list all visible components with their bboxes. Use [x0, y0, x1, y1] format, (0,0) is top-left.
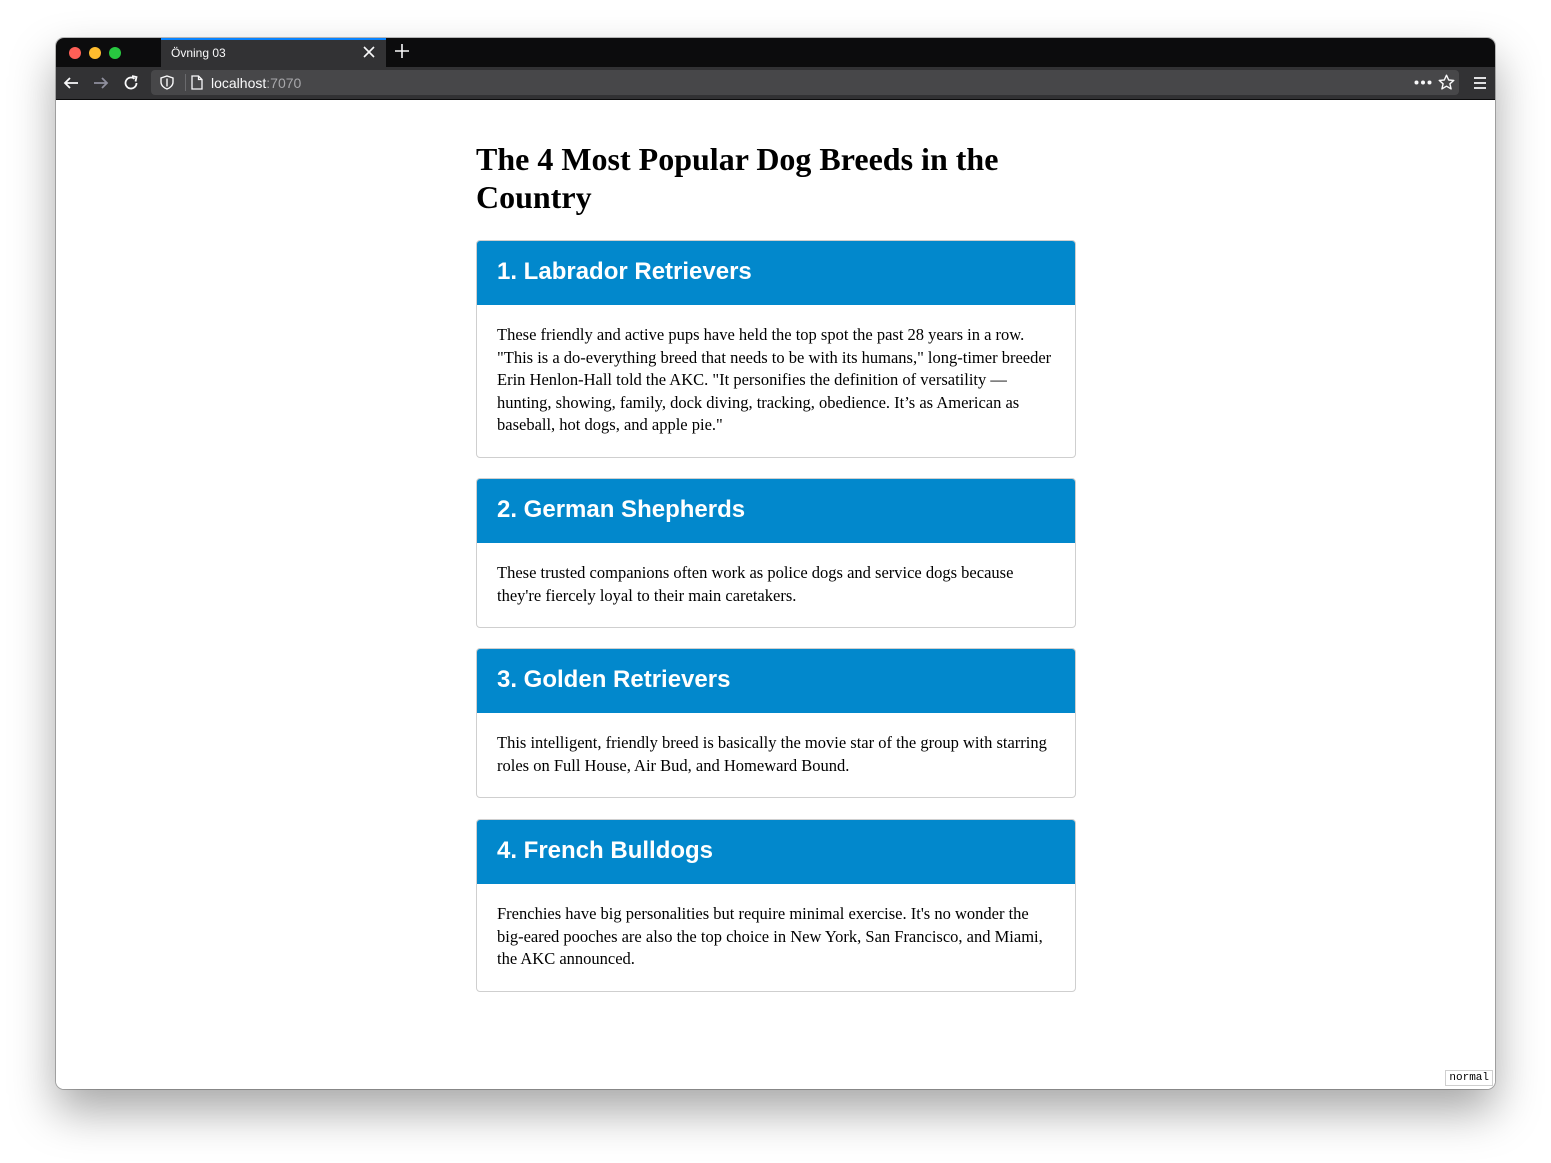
card-header: 1. Labrador Retrievers [477, 241, 1075, 305]
reload-icon[interactable] [122, 74, 140, 92]
breed-card-french-bulldog: 4. French Bulldogs Frenchies have big pe… [476, 819, 1076, 992]
mode-badge: normal [1445, 1070, 1493, 1086]
forward-arrow-icon[interactable] [92, 74, 110, 92]
url-bar[interactable]: localhost:7070 [151, 70, 1459, 95]
url-text[interactable]: localhost:7070 [211, 75, 301, 91]
bookmark-star-icon[interactable] [1438, 74, 1455, 91]
url-separator [185, 74, 186, 91]
window-close-button[interactable] [69, 47, 81, 59]
url-host: localhost [211, 75, 267, 91]
breed-card-labrador: 1. Labrador Retrievers These friendly an… [476, 240, 1076, 458]
card-body: These friendly and active pups have held… [497, 325, 1052, 435]
menu-hamburger-icon[interactable] [1471, 74, 1489, 92]
card-header: 2. German Shepherds [477, 479, 1075, 543]
window-minimize-button[interactable] [89, 47, 101, 59]
more-actions-icon[interactable] [1414, 80, 1432, 85]
card-title: 2. German Shepherds [497, 496, 746, 523]
page-content: The 4 Most Popular Dog Breeds in the Cou… [56, 100, 1495, 1089]
card-title: 3. Golden Retrievers [497, 666, 731, 693]
nav-toolbar: localhost:7070 [56, 67, 1495, 100]
close-icon[interactable] [362, 45, 376, 59]
url-port: :7070 [266, 75, 302, 91]
shield-icon[interactable] [160, 75, 174, 90]
tab-strip: Övning 03 [56, 38, 1495, 67]
new-tab-icon[interactable] [394, 43, 410, 59]
breed-card-golden-retriever: 3. Golden Retrievers This intelligent, f… [476, 648, 1076, 799]
window-maximize-button[interactable] [109, 47, 121, 59]
card-body: This intelligent, friendly breed is basi… [497, 733, 1047, 775]
card-header: 4. French Bulldogs [477, 820, 1075, 884]
card-header: 3. Golden Retrievers [477, 649, 1075, 713]
card-body: These trusted companions often work as p… [497, 563, 1014, 605]
back-arrow-icon[interactable] [62, 74, 80, 92]
page-icon [191, 75, 203, 90]
page-title: The 4 Most Popular Dog Breeds in the Cou… [476, 141, 999, 215]
card-title: 1. Labrador Retrievers [497, 258, 752, 285]
tab-title: Övning 03 [171, 46, 226, 60]
card-body: Frenchies have big personalities but req… [497, 904, 1043, 969]
card-title: 4. French Bulldogs [497, 837, 714, 864]
tab-active[interactable]: Övning 03 [161, 38, 386, 67]
browser-window: Övning 03 localhost:7070 The 4 Most Popu… [56, 38, 1495, 1089]
breed-card-german-shepherd: 2. German Shepherds These trusted compan… [476, 478, 1076, 629]
